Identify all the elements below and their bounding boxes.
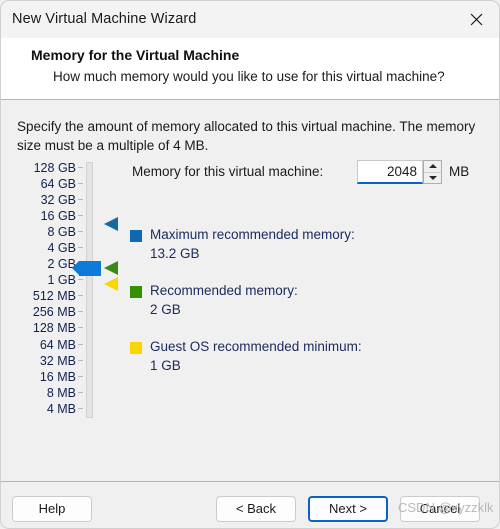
cancel-button[interactable]: Cancel bbox=[400, 496, 480, 522]
memory-scale-label: 32 MB bbox=[39, 353, 76, 368]
legend-label-guest-os-minimum: Guest OS recommended minimum: bbox=[150, 339, 362, 354]
close-button[interactable] bbox=[453, 1, 499, 38]
memory-scale-tick bbox=[78, 401, 84, 417]
slider-marker-recommended bbox=[104, 261, 118, 275]
memory-field-label: Memory for this virtual machine: bbox=[132, 164, 324, 179]
memory-scale-label: 32 GB bbox=[40, 193, 76, 208]
chevron-up-icon bbox=[428, 164, 437, 169]
memory-scale-tick bbox=[78, 353, 84, 369]
slider-marker-guest-os-minimum bbox=[104, 277, 118, 291]
memory-scale-ticks bbox=[78, 160, 84, 417]
memory-scale-label: 8 GB bbox=[47, 225, 77, 240]
memory-unit-label: MB bbox=[449, 164, 470, 179]
memory-scale-label: 8 MB bbox=[46, 385, 76, 400]
legend-value-maximum-recommended: 13.2 GB bbox=[150, 246, 200, 261]
legend-swatch-maximum-recommended bbox=[130, 230, 142, 242]
memory-scale-label: 256 MB bbox=[32, 305, 76, 320]
memory-scale-label: 16 MB bbox=[39, 369, 76, 384]
memory-scale-label: 1 GB bbox=[47, 273, 77, 288]
legend-swatch-guest-os-minimum bbox=[130, 342, 142, 354]
memory-scale-tick bbox=[78, 320, 84, 336]
legend-swatch-recommended bbox=[130, 286, 142, 298]
memory-scale-label: 16 GB bbox=[40, 209, 76, 224]
new-virtual-machine-wizard-dialog: New Virtual Machine Wizard Memory for th… bbox=[0, 0, 500, 529]
memory-increment-button[interactable] bbox=[424, 161, 441, 173]
window-title: New Virtual Machine Wizard bbox=[12, 11, 197, 27]
memory-scale-tick bbox=[78, 240, 84, 256]
memory-scale-tick bbox=[78, 288, 84, 304]
slider-marker-maximum-recommended bbox=[104, 217, 118, 231]
memory-scale-label: 128 GB bbox=[33, 161, 76, 175]
memory-decrement-button[interactable] bbox=[424, 173, 441, 184]
memory-slider-thumb[interactable] bbox=[72, 261, 101, 276]
legend-label-maximum-recommended: Maximum recommended memory: bbox=[150, 227, 355, 242]
legend-label-recommended: Recommended memory: bbox=[150, 283, 298, 298]
memory-input[interactable] bbox=[357, 160, 423, 184]
memory-scale-label: 64 MB bbox=[39, 337, 76, 352]
wizard-header: Memory for the Virtual Machine How much … bbox=[0, 38, 500, 100]
memory-scale-label: 64 GB bbox=[40, 177, 76, 192]
memory-scale-label: 4 MB bbox=[46, 401, 76, 416]
back-button[interactable]: < Back bbox=[216, 496, 296, 522]
memory-slider-track[interactable] bbox=[86, 162, 93, 418]
chevron-down-icon bbox=[428, 175, 437, 180]
memory-scale-tick bbox=[78, 337, 84, 353]
footer-separator bbox=[1, 481, 499, 482]
memory-scale-tick bbox=[78, 385, 84, 401]
intro-text: Specify the amount of memory allocated t… bbox=[17, 119, 476, 153]
page-title: Memory for the Virtual Machine bbox=[31, 47, 240, 63]
next-button[interactable]: Next > bbox=[308, 496, 388, 522]
memory-scale-labels: 128 GB 64 GB 32 GB 16 GB 8 GB 4 GB 2 GB 1 GB 512… bbox=[8, 160, 76, 417]
memory-spinner-buttons bbox=[423, 160, 442, 184]
page-subtitle: How much memory would you like to use fo… bbox=[53, 69, 445, 84]
memory-scale-tick bbox=[78, 208, 84, 224]
memory-scale-tick bbox=[78, 224, 84, 240]
memory-scale-tick bbox=[78, 304, 84, 320]
memory-scale-tick bbox=[78, 176, 84, 192]
memory-scale-label: 4 GB bbox=[47, 241, 77, 256]
legend-value-recommended: 2 GB bbox=[150, 302, 181, 317]
close-icon bbox=[470, 13, 483, 26]
memory-scale-tick bbox=[78, 160, 84, 176]
memory-scale-label: 512 MB bbox=[32, 289, 76, 304]
memory-scale-label: 2 GB bbox=[47, 257, 77, 272]
memory-scale-tick bbox=[78, 369, 84, 385]
memory-spinner bbox=[357, 160, 443, 184]
title-bar: New Virtual Machine Wizard bbox=[0, 0, 500, 38]
legend-value-guest-os-minimum: 1 GB bbox=[150, 358, 181, 373]
help-button[interactable]: Help bbox=[12, 496, 92, 522]
memory-scale-label: 128 MB bbox=[32, 321, 76, 336]
memory-scale-tick bbox=[78, 192, 84, 208]
